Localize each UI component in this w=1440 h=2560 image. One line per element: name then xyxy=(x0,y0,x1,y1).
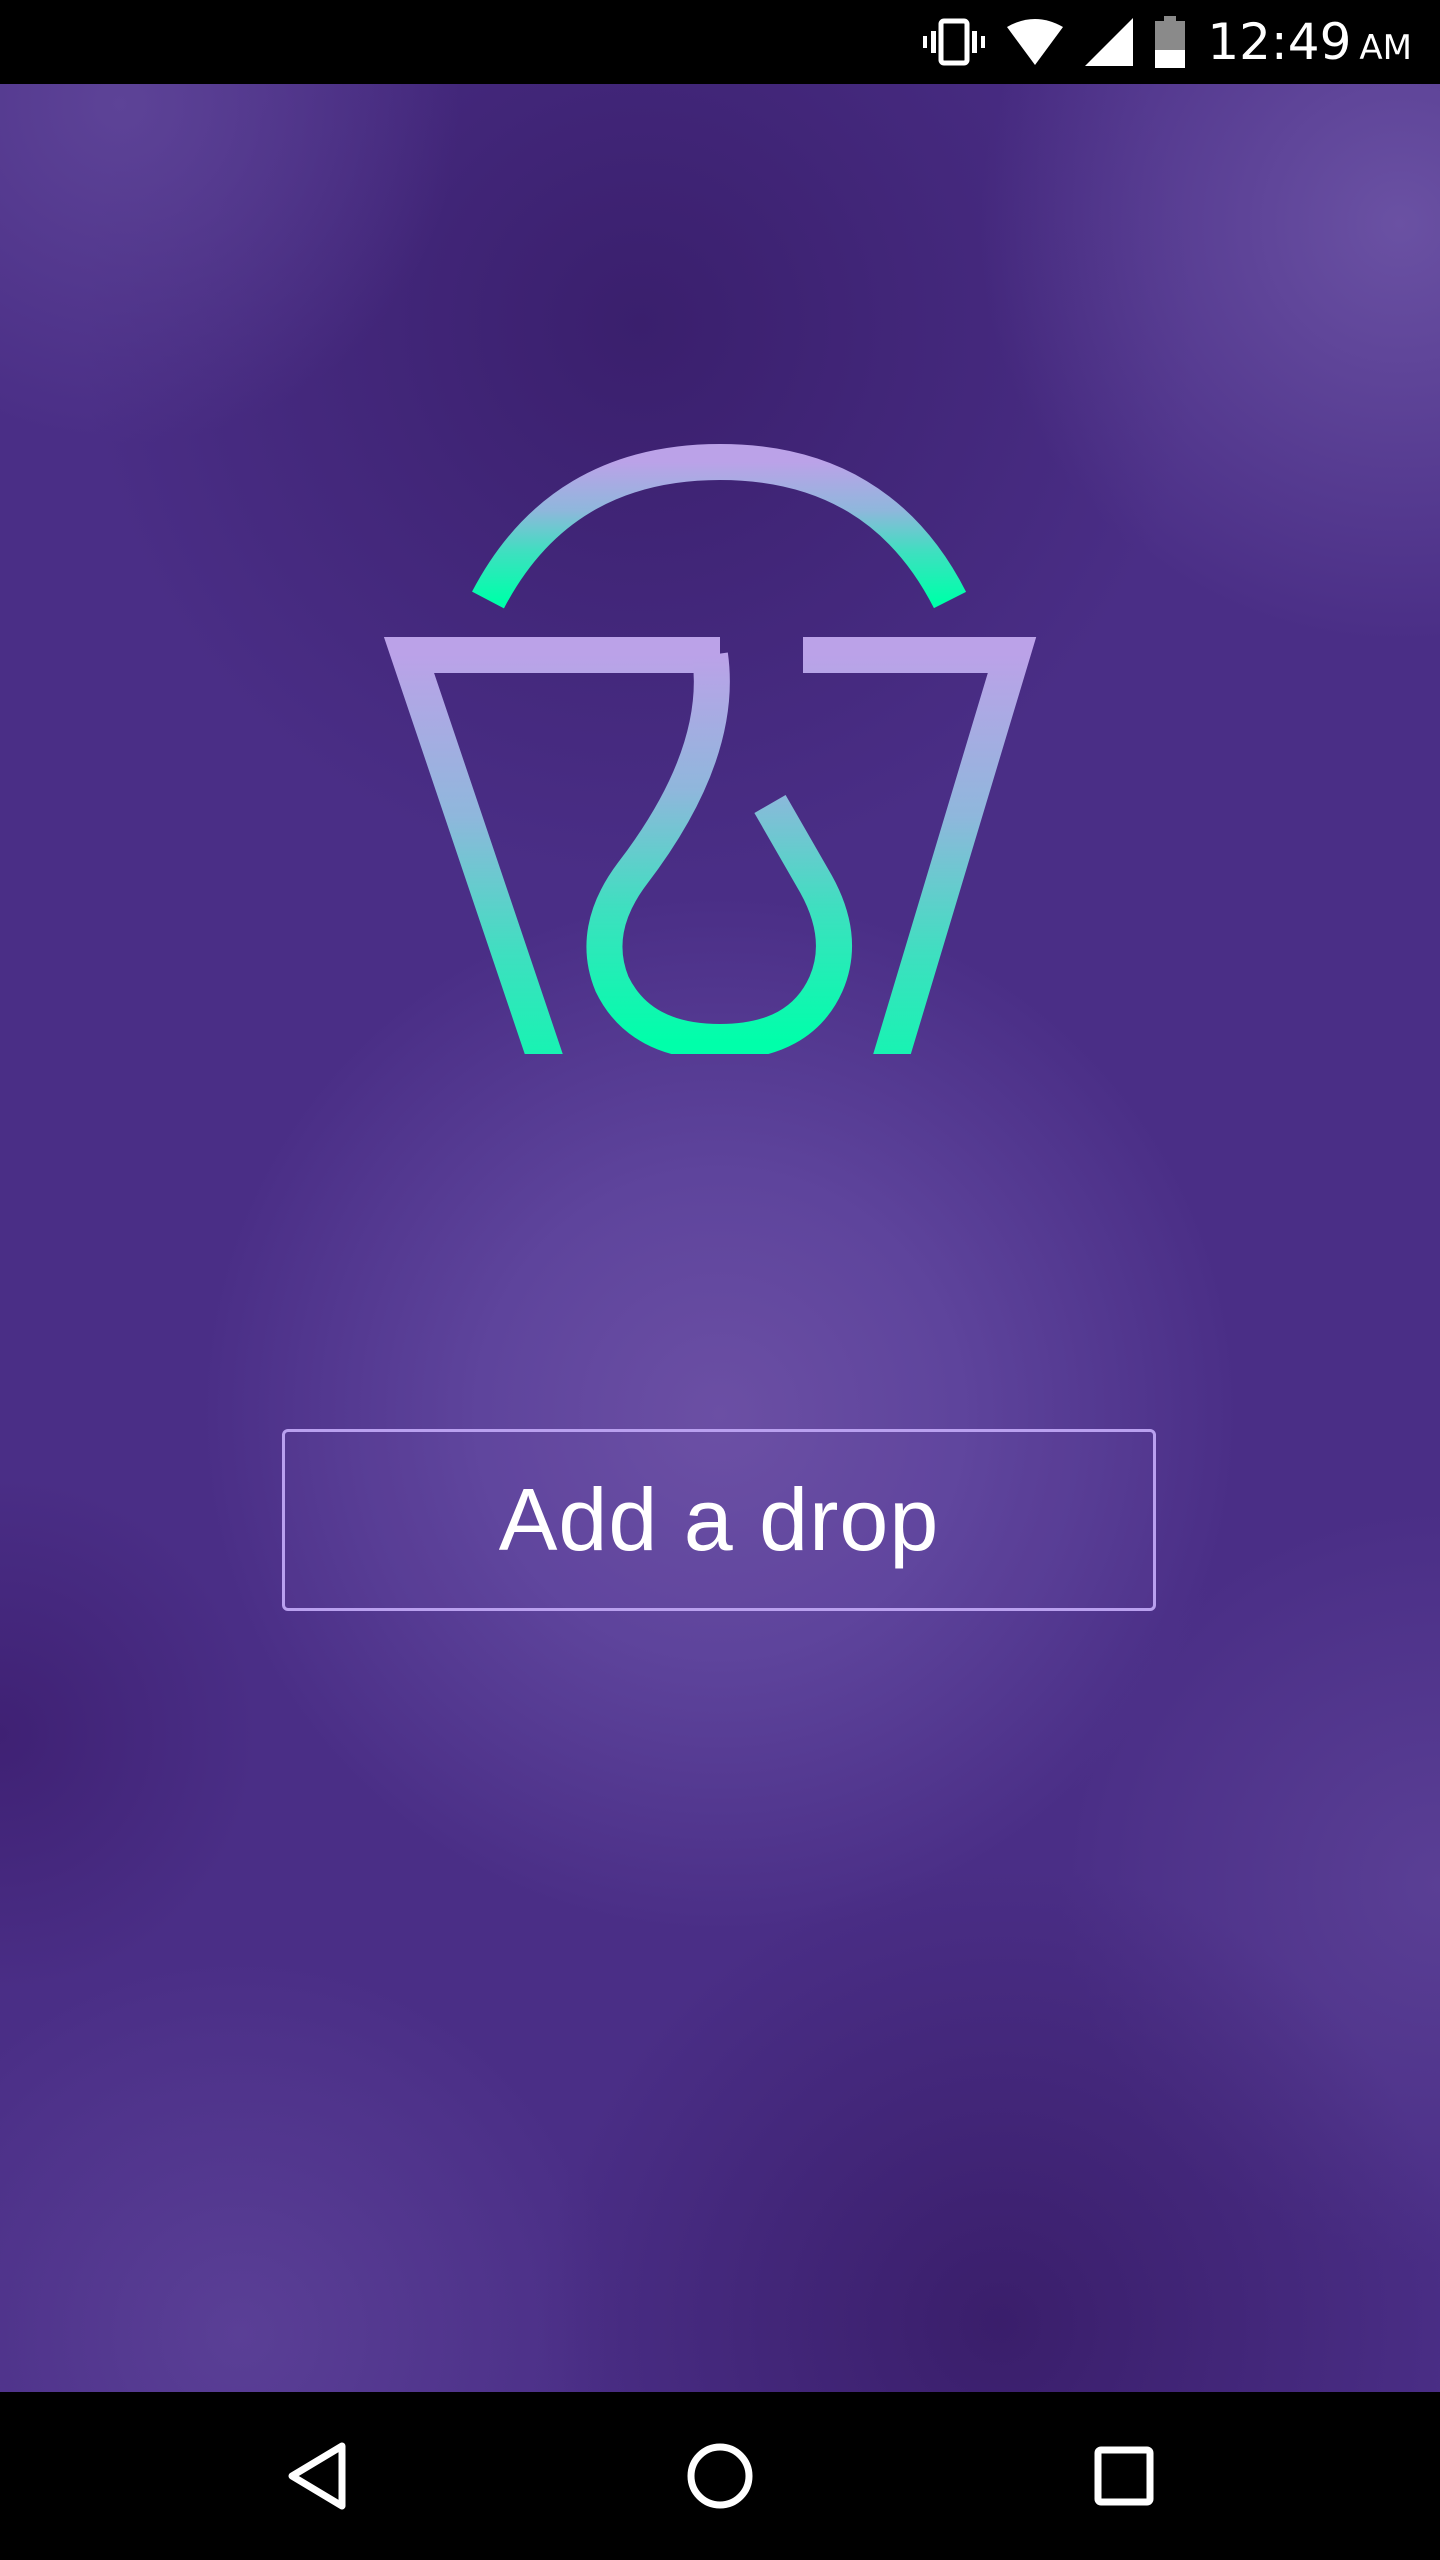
navigation-bar xyxy=(0,2392,1440,2560)
recents-icon xyxy=(1094,2446,1154,2506)
status-icons: 12:49 AM xyxy=(923,0,1412,84)
status-bar: 12:49 AM xyxy=(0,0,1440,84)
vibrate-icon xyxy=(923,17,986,67)
bucket-drop-logo xyxy=(383,443,1037,1054)
home-icon xyxy=(687,2443,753,2509)
recents-button[interactable] xyxy=(1074,2426,1174,2526)
main-content: Add a drop xyxy=(0,84,1440,2392)
battery-icon xyxy=(1155,16,1186,68)
cell-signal-icon xyxy=(1085,18,1134,66)
status-clock: 12:49 AM xyxy=(1207,0,1412,84)
back-button[interactable] xyxy=(266,2426,366,2526)
add-drop-label: Add a drop xyxy=(498,1470,940,1569)
home-button[interactable] xyxy=(670,2426,770,2526)
wifi-icon xyxy=(1007,19,1064,65)
back-icon xyxy=(288,2442,346,2510)
clock-ampm: AM xyxy=(1359,28,1412,68)
add-drop-button[interactable]: Add a drop xyxy=(282,1429,1156,1611)
app-screen: 12:49 AM Add a drop xyxy=(0,0,1440,2560)
clock-time: 12:49 xyxy=(1207,13,1352,71)
